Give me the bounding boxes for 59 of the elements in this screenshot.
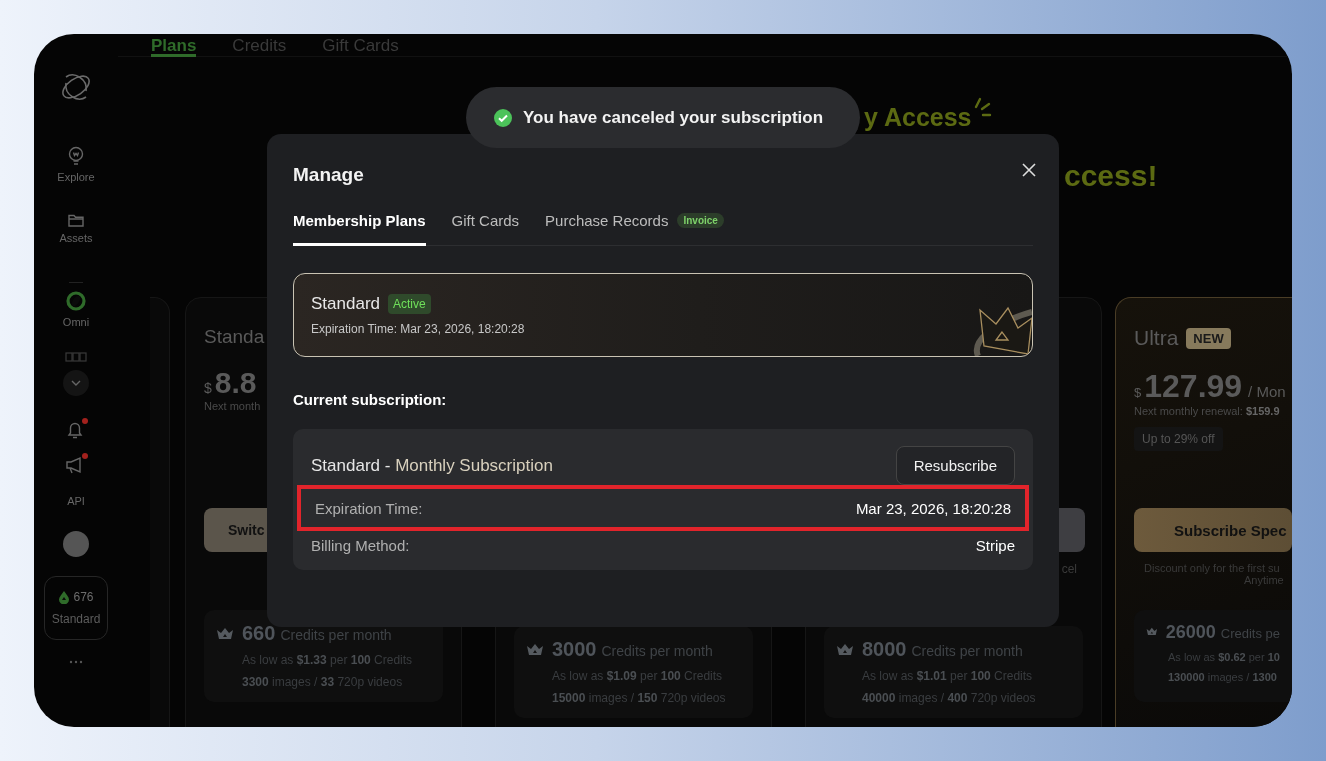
toast-message: You have canceled your subscription [523,107,824,128]
credit-amount: 3000 [552,638,597,661]
avatar[interactable] [63,531,89,557]
credit-unit: Credits per month [280,627,392,643]
crown-icon [216,626,234,640]
check-circle-icon [494,108,512,127]
credit-count: 676 [73,590,94,604]
new-badge: NEW [1186,327,1231,349]
detail-label: Expiration Time: [315,499,423,517]
detail-value: Stripe [975,536,1015,554]
ring-icon [66,291,86,311]
crown-icon [836,642,854,656]
api-link[interactable]: API [67,495,85,507]
billing-period: / Mon [1248,383,1286,400]
nav-item[interactable]: Assets [59,213,93,244]
dialog-tab[interactable]: Gift Cards [451,212,520,246]
credit-amount: 660 [242,622,276,645]
more-icon[interactable] [69,660,83,664]
plan-title: Standa [204,326,265,348]
plan-title: Ultra [1134,326,1179,350]
status-badge: Active [388,294,431,314]
renewal-text: Next monthly renewal: $159.9 [1134,405,1280,417]
resubscribe-button[interactable]: Resubscribe [895,446,1015,485]
invoice-badge: Invoice [677,213,724,228]
subscription-title: Standard - Monthly Subscription [311,455,553,476]
drop-icon [58,590,71,604]
dialog-tab[interactable]: Purchase Records Invoice [545,212,724,246]
detail-label: Billing Method: [311,536,410,554]
page-tab[interactable]: Plans [151,34,197,57]
price: 8.8 [214,366,257,400]
dialog-title: Manage [293,164,364,186]
expiration-text: Expiration Time: Mar 23, 2026, 18:20:28 [311,322,525,336]
subscribe-button[interactable]: Subscribe Spec [1134,508,1292,552]
nav-item[interactable]: Explore [57,146,95,183]
credits-card[interactable]: 676 Standard [44,576,108,640]
credit-amount: 8000 [862,638,907,661]
plan-label: Standard [51,612,101,626]
credit-unit: Credits pe [1220,626,1280,641]
credit-unit: Credits per month [911,643,1023,659]
plan-name: Standard [311,294,380,314]
credit-unit: Credits per month [601,643,713,659]
headline-text: y Access [864,102,972,132]
section-title: Current subscription: [293,391,448,408]
chevron-down-icon[interactable] [63,370,89,396]
close-icon[interactable] [1022,163,1036,177]
cards-icon[interactable] [65,350,87,362]
detail-value: Mar 23, 2026, 18:20:28 [855,499,1011,517]
nav-item[interactable]: Omni [62,291,90,328]
credit-amount: 26000 [1165,622,1216,643]
discount-tag: Up to 29% off [1134,427,1223,451]
currency-symbol: $ [1134,385,1142,400]
headline-text: ccess! [1064,159,1159,193]
dialog-tab[interactable]: Membership Plans [293,212,426,246]
price: 127.99 [1144,368,1243,405]
crown-icon [526,642,544,656]
currency-symbol: $ [204,380,212,396]
lightbulb-icon [68,146,84,166]
folder-icon [68,213,84,227]
renewal-text: Next month [204,400,261,412]
